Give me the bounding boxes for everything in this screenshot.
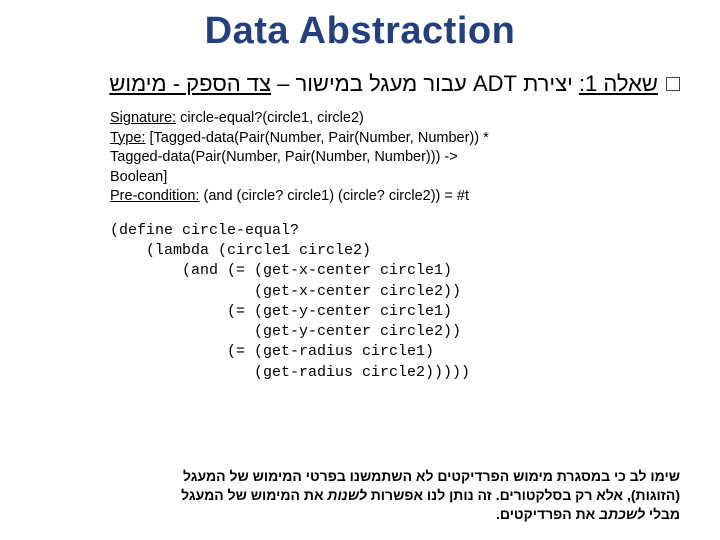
question-suffix: צד הספק - מימוש <box>109 71 271 96</box>
page-title: Data Abstraction <box>40 10 680 53</box>
footnote-line2: (הזוגות), אלא רק בסלקטורים. זה נותן לנו … <box>40 486 680 505</box>
bullet-icon <box>666 77 680 91</box>
question-text: שאלה 1: יצירת ADT עבור מעגל במישור – צד … <box>109 71 658 97</box>
question-adt: ADT <box>473 71 517 96</box>
type-line1: Type: [Tagged-data(Pair(Number, Pair(Num… <box>110 129 680 149</box>
question-row: שאלה 1: יצירת ADT עבור מעגל במישור – צד … <box>40 71 680 97</box>
signature-block: Signature: circle-equal?(circle1, circle… <box>110 109 680 207</box>
type-line3: Boolean] <box>110 168 680 188</box>
question-prefix: שאלה 1: <box>579 71 658 96</box>
signature-line: Signature: circle-equal?(circle1, circle… <box>110 109 680 129</box>
type-label: Type: <box>110 130 145 146</box>
code-block: (define circle-equal? (lambda (circle1 c… <box>110 221 680 383</box>
type-text: [Tagged-data(Pair(Number, Pair(Number, N… <box>145 130 488 146</box>
type-line2: Tagged-data(Pair(Number, Pair(Number, Nu… <box>110 148 680 168</box>
sig-text: circle-equal?(circle1, circle2) <box>176 110 364 126</box>
slide-container: Data Abstraction שאלה 1: יצירת ADT עבור … <box>0 0 720 540</box>
footnote: שימו לב כי במסגרת מימוש הפרדיקטים לא השת… <box>40 467 680 524</box>
pre-text: (and (circle? circle1) (circle? circle2)… <box>199 188 469 204</box>
footnote-line3: מבלי לשכתב את הפרדיקטים. <box>40 505 680 524</box>
question-mid1: יצירת <box>517 71 579 96</box>
pre-label: Pre-condition: <box>110 188 199 204</box>
pre-line: Pre-condition: (and (circle? circle1) (c… <box>110 187 680 207</box>
footnote-line1: שימו לב כי במסגרת מימוש הפרדיקטים לא השת… <box>40 467 680 486</box>
question-mid2: עבור מעגל במישור – <box>271 71 473 96</box>
sig-label: Signature: <box>110 110 176 126</box>
